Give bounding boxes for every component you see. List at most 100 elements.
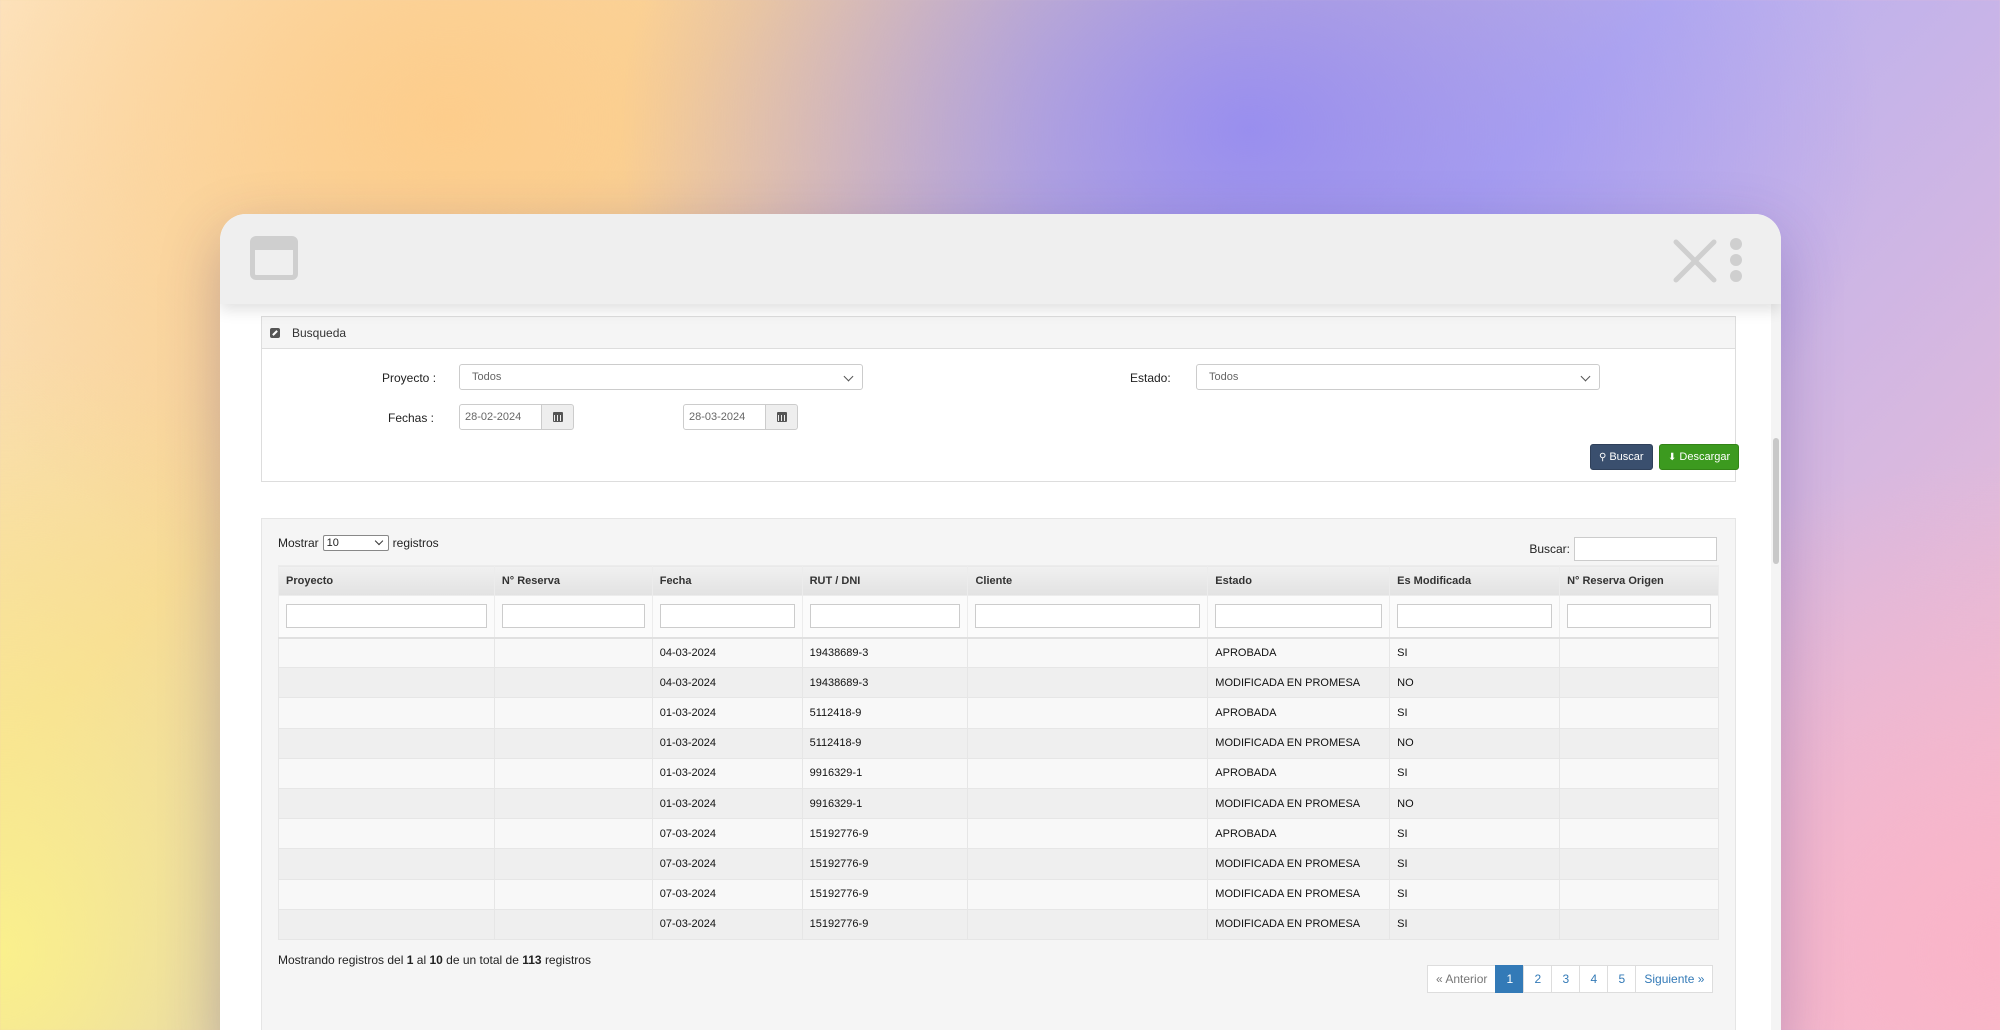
page-length-select[interactable]: 10: [322, 535, 389, 551]
cell-modificada: NO: [1389, 667, 1561, 699]
column-header-cliente[interactable]: Cliente: [967, 565, 1209, 596]
cell-modificada: SI: [1389, 697, 1561, 729]
cell-fecha: 07-03-2024: [651, 848, 803, 880]
fecha-desde-input[interactable]: 28-02-2024: [459, 404, 542, 430]
cell-cliente: [967, 908, 1209, 940]
scrollbar-thumb[interactable]: [1773, 438, 1779, 564]
info-from: 1: [406, 953, 414, 967]
search-icon: ⚲: [1599, 451, 1607, 463]
table-row[interactable]: 01-03-2024 5112418-9 APROBADA SI: [278, 697, 1719, 729]
pagination-page-5[interactable]: 5: [1607, 965, 1637, 993]
cell-estado: MODIFICADA EN PROMESA: [1207, 848, 1391, 880]
descargar-button-label: Descargar: [1679, 451, 1731, 463]
kebab-menu-icon[interactable]: [1730, 238, 1744, 282]
cell-rut: 19438689-3: [801, 636, 969, 669]
column-header-modificada[interactable]: Es Modificada: [1389, 565, 1561, 596]
column-header-rut[interactable]: RUT / DNI: [801, 565, 969, 596]
cell-estado: APROBADA: [1207, 636, 1391, 669]
cell-proyecto: [278, 636, 495, 669]
cell-modificada: SI: [1389, 818, 1561, 850]
column-header-proyecto[interactable]: Proyecto: [278, 565, 495, 596]
table-search-control: Buscar:: [1529, 537, 1717, 561]
filter-input-estado[interactable]: [1215, 604, 1383, 629]
pagination-page-2[interactable]: 2: [1523, 965, 1553, 993]
cell-cliente: [967, 818, 1209, 850]
close-icon[interactable]: [1672, 238, 1718, 284]
proyecto-label: Proyecto :: [382, 371, 437, 385]
column-header-fecha[interactable]: Fecha: [651, 565, 803, 596]
cell-proyecto: [278, 908, 495, 940]
table-row[interactable]: 07-03-2024 15192776-9 MODIFICADA EN PROMES…: [278, 878, 1719, 910]
table-row[interactable]: 01-03-2024 9916329-1 MODIFICADA EN PROMESA…: [278, 787, 1719, 820]
filter-input-reserva[interactable]: [501, 604, 645, 629]
descargar-button[interactable]: ⬇ Descargar: [1659, 444, 1740, 470]
cell-reserva: [493, 787, 653, 820]
cell-modificada: SI: [1389, 878, 1561, 910]
table-row[interactable]: 01-03-2024 9916329-1 APROBADA SI: [278, 757, 1719, 789]
fecha-desde-value: 28-02-2024: [465, 411, 522, 423]
results-section: Mostrar 10 registros Buscar: Proyecto N°…: [261, 518, 1736, 1030]
info-suffix: registros: [544, 953, 591, 967]
cell-fecha: 04-03-2024: [651, 667, 803, 699]
fecha-hasta-value: 28-03-2024: [689, 411, 746, 423]
cell-fecha: 01-03-2024: [651, 787, 803, 820]
window-titlebar: [220, 214, 1781, 304]
table-row[interactable]: 04-03-2024 19438689-3 APROBADA SI: [278, 636, 1719, 669]
proyecto-select[interactable]: Todos: [459, 364, 863, 390]
cell-rut: 15192776-9: [801, 848, 969, 880]
pagination-page-1[interactable]: 1: [1495, 965, 1525, 993]
cell-reserva: [493, 636, 653, 669]
cell-origen: [1559, 878, 1719, 910]
download-icon: ⬇: [1668, 451, 1677, 463]
cell-origen: [1559, 757, 1719, 789]
column-header-estado[interactable]: Estado: [1207, 565, 1391, 596]
cell-rut: 15192776-9: [801, 878, 969, 910]
table-row[interactable]: 07-03-2024 15192776-9 APROBADA SI: [278, 818, 1719, 850]
buscar-button[interactable]: ⚲ Buscar: [1590, 444, 1653, 470]
cell-rut: 15192776-9: [801, 908, 969, 940]
cell-reserva: [493, 727, 653, 759]
cell-modificada: SI: [1389, 908, 1561, 940]
table-row[interactable]: 01-03-2024 5112418-9 MODIFICADA EN PROMESA…: [278, 727, 1719, 759]
filter-input-rut[interactable]: [809, 604, 961, 629]
fecha-hasta-calendar-button[interactable]: [765, 404, 798, 430]
filter-input-modificada[interactable]: [1397, 604, 1553, 629]
cell-estado: MODIFICADA EN PROMESA: [1207, 908, 1391, 940]
pagination-next[interactable]: Siguiente »: [1635, 965, 1714, 993]
cell-origen: [1559, 908, 1719, 940]
table-row[interactable]: 07-03-2024 15192776-9 MODIFICADA EN PROMES…: [278, 908, 1719, 940]
pagination-prev[interactable]: « Anterior: [1427, 965, 1497, 993]
cell-cliente: [967, 787, 1209, 820]
table-search-input[interactable]: [1574, 537, 1717, 561]
info-mid1: al: [416, 953, 427, 967]
pagination-page-4[interactable]: 4: [1579, 965, 1609, 993]
cell-fecha: 01-03-2024: [651, 697, 803, 729]
search-panel-header: Busqueda: [262, 317, 1735, 349]
estado-select[interactable]: Todos: [1196, 364, 1600, 390]
filter-input-proyecto[interactable]: [286, 604, 487, 629]
cell-proyecto: [278, 818, 495, 850]
vertical-scrollbar[interactable]: [1771, 304, 1781, 1030]
filter-input-origen[interactable]: [1567, 604, 1711, 629]
fecha-hasta-input[interactable]: 28-03-2024: [683, 404, 766, 430]
cell-reserva: [493, 697, 653, 729]
table-row[interactable]: 07-03-2024 15192776-9 MODIFICADA EN PROMES…: [278, 848, 1719, 880]
column-header-origen[interactable]: N° Reserva Origen: [1559, 565, 1719, 596]
cell-origen: [1559, 727, 1719, 759]
filter-input-fecha[interactable]: [659, 604, 795, 629]
pagination-page-3[interactable]: 3: [1551, 965, 1581, 993]
table-row[interactable]: 04-03-2024 19438689-3 MODIFICADA EN PROMES…: [278, 667, 1719, 699]
cell-rut: 9916329-1: [801, 757, 969, 789]
cell-cliente: [967, 697, 1209, 729]
cell-reserva: [493, 667, 653, 699]
cell-estado: MODIFICADA EN PROMESA: [1207, 787, 1391, 820]
browser-window: Busqueda Proyecto : Todos Estado: Todos …: [220, 214, 1781, 1030]
filter-input-cliente[interactable]: [975, 604, 1201, 629]
table-search-label: Buscar:: [1529, 542, 1570, 556]
cell-proyecto: [278, 787, 495, 820]
cell-reserva: [493, 757, 653, 789]
fecha-desde-calendar-button[interactable]: [541, 404, 574, 430]
column-header-reserva[interactable]: N° Reserva: [493, 565, 653, 596]
show-prefix-label: Mostrar: [278, 536, 319, 550]
cell-proyecto: [278, 757, 495, 789]
